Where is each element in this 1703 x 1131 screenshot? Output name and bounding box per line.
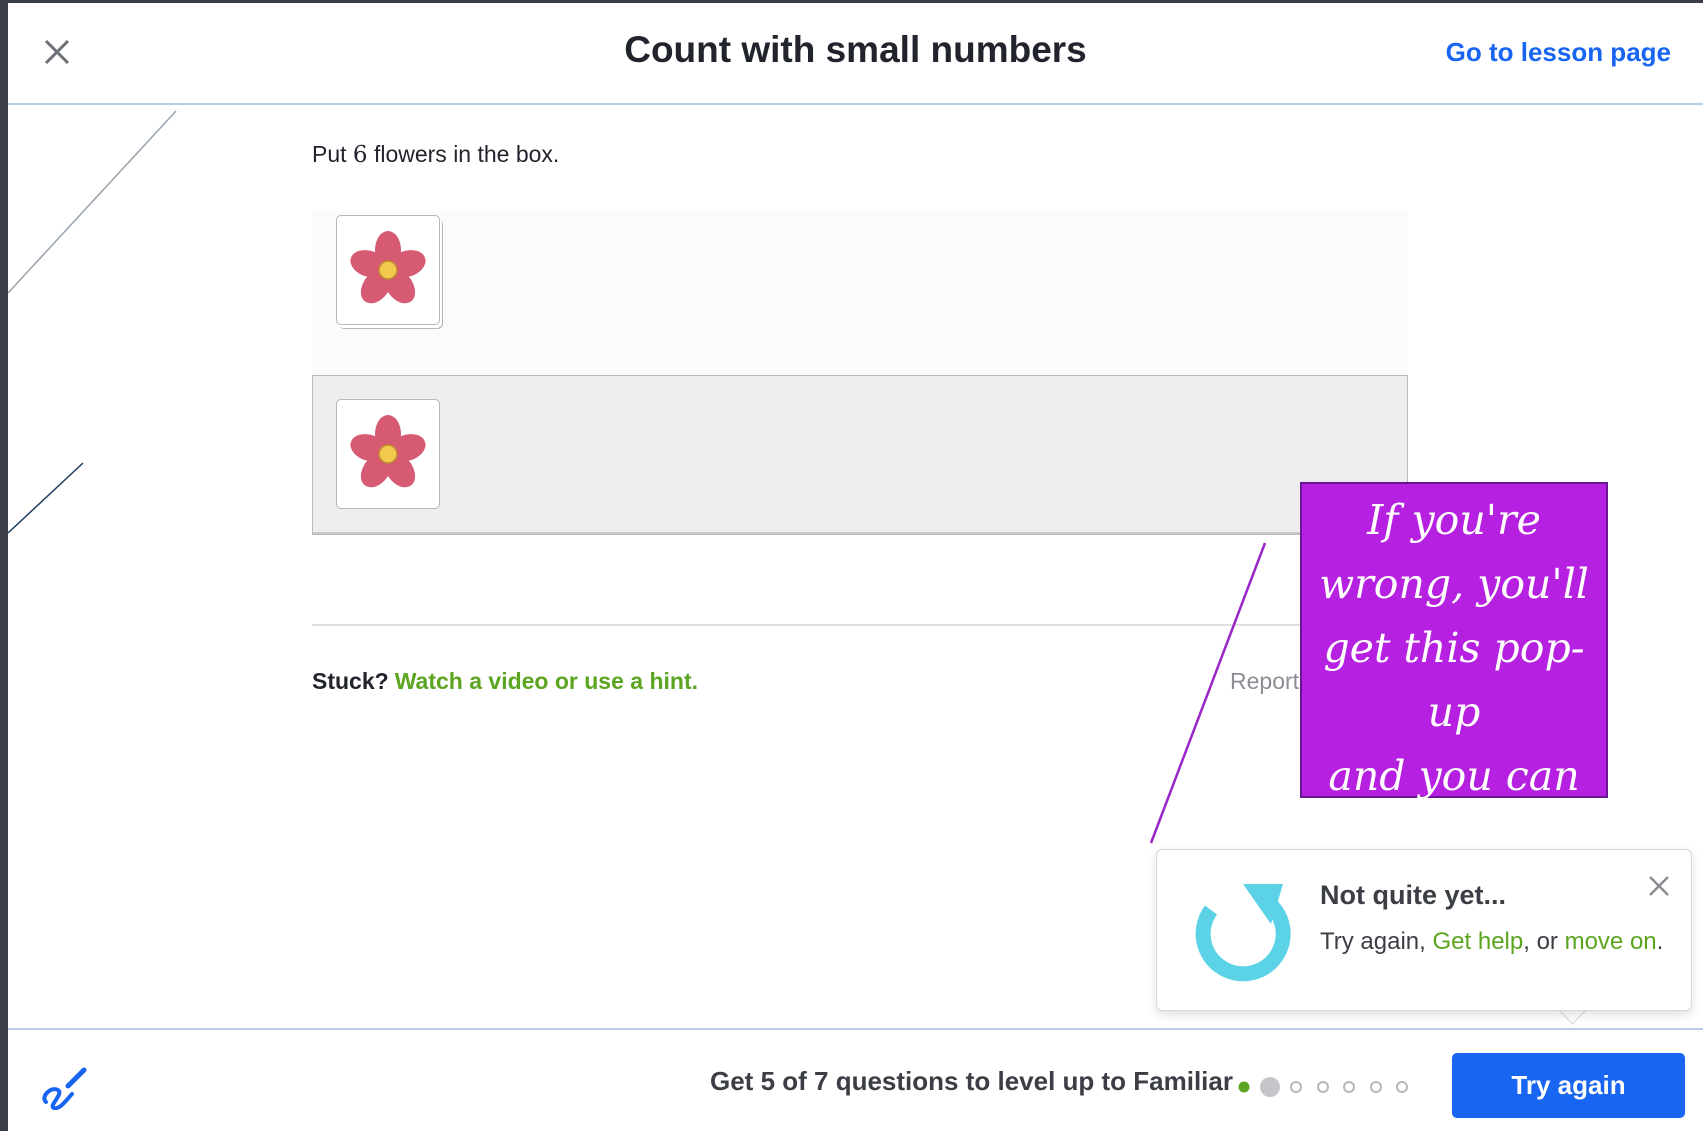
close-icon[interactable] — [1647, 874, 1671, 898]
annotation-line-3: get this pop-up — [1323, 624, 1585, 736]
annotation-note: If you're wrong, you'll get this pop-up … — [1300, 482, 1608, 864]
retry-icon — [1195, 884, 1291, 982]
help-row: Stuck? Watch a video or use a hint. — [312, 668, 698, 695]
divider — [312, 624, 1408, 626]
modal-footer: Get 5 of 7 questions to level up to Fami… — [8, 1028, 1703, 1131]
prompt-text-before: Put — [312, 141, 347, 167]
flower-icon — [350, 415, 426, 488]
flower-card-placed[interactable] — [336, 399, 440, 509]
toast-or-text: , or — [1523, 928, 1558, 955]
stuck-label: Stuck? — [312, 668, 389, 694]
try-again-button[interactable]: Try again — [1452, 1053, 1685, 1118]
get-help-link[interactable]: Get help — [1433, 928, 1524, 955]
modal-header: Count with small numbers Go to lesson pa… — [8, 3, 1703, 105]
exercise-modal: Count with small numbers Go to lesson pa… — [8, 3, 1703, 1131]
feedback-toast: Not quite yet... Try again, Get help, or… — [1156, 849, 1692, 1011]
prompt-number: 6 — [352, 142, 368, 168]
flower-tray — [312, 211, 1408, 376]
toast-body: Try again, Get help, or move on. — [1320, 928, 1663, 956]
prompt-text-after: flowers in the box. — [373, 141, 560, 167]
annotation-line-2: wrong, you'll — [1319, 560, 1589, 608]
toast-title: Not quite yet... — [1320, 880, 1507, 910]
move-on-link[interactable]: move on — [1565, 928, 1657, 955]
toast-period: . — [1656, 928, 1664, 955]
toast-try-again-text: Try again, — [1320, 928, 1426, 955]
report-link[interactable]: Report — [1230, 668, 1299, 695]
flower-icon — [350, 231, 426, 304]
annotation-line-1: If you're — [1367, 496, 1541, 544]
decorative-lines — [8, 110, 177, 534]
answer-box[interactable] — [312, 375, 1408, 535]
progress-dots — [1238, 1077, 1408, 1097]
progress-text: Get 5 of 7 questions to level up to Fami… — [710, 1066, 1233, 1096]
hint-link[interactable]: Watch a video or use a hint. — [395, 668, 698, 694]
question-prompt: Put 6 flowers in the box. — [312, 141, 559, 168]
annotation-line-4: and you can — [1328, 752, 1580, 800]
go-to-lesson-link[interactable]: Go to lesson page — [1446, 37, 1671, 68]
flower-card-source[interactable] — [336, 215, 440, 325]
scratchpad-icon[interactable] — [38, 1066, 88, 1110]
